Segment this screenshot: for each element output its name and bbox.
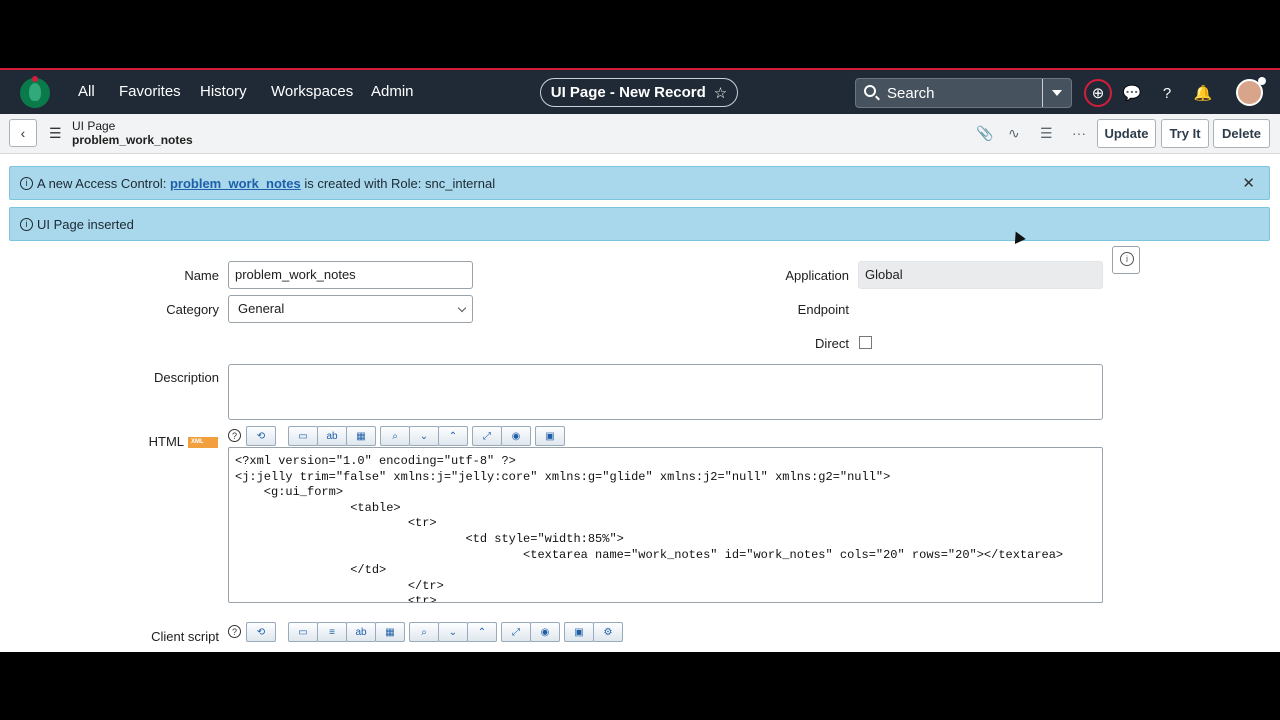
code-line: </td> [235, 563, 387, 578]
record-title-block: UI Page problem_work_notes [72, 119, 193, 147]
find-previous-icon[interactable]: ⌃ [467, 622, 497, 642]
code-line: <td style="width:85%"> [235, 531, 624, 546]
replace-all-icon[interactable]: ▦ [375, 622, 405, 642]
search-icon [864, 85, 876, 97]
endpoint-label: Endpoint [797, 302, 849, 317]
app-frame: All Favorites History Workspaces Admin U… [0, 68, 1280, 652]
settings-sliders-icon[interactable]: ☰ [1040, 125, 1053, 142]
name-field[interactable]: problem_work_notes [228, 261, 473, 289]
close-icon[interactable]: ✕ [1242, 174, 1255, 192]
find-next-icon[interactable]: ⌄ [409, 426, 439, 446]
category-select[interactable]: General [228, 295, 473, 323]
user-avatar[interactable] [1236, 77, 1266, 106]
code-line: </tr> [235, 578, 444, 593]
find-next-icon[interactable]: ⌄ [438, 622, 468, 642]
fullscreen-icon[interactable]: ⤢ [501, 622, 531, 642]
script-debugger-icon[interactable]: ⚙ [593, 622, 623, 642]
name-label: Name [184, 268, 219, 283]
search-dropdown-button[interactable] [1042, 79, 1071, 107]
help-icon[interactable]: ? [228, 625, 241, 638]
description-label: Description [153, 370, 219, 385]
access-control-banner: i A new Access Control: problem_work_not… [9, 166, 1270, 200]
direct-label: Direct [815, 336, 849, 351]
code-line: <?xml version="1.0" encoding="utf-8" ?> [235, 454, 516, 468]
html-editor-toolbar: ? ⟲ ▭ ab ▦ ⌕ ⌄ ⌃ ⤢ ◉ ▣ [228, 426, 568, 448]
description-textarea[interactable] [228, 364, 1103, 420]
banner-text-prefix: A new Access Control: [37, 176, 170, 191]
activity-icon[interactable]: ∿ [1008, 125, 1020, 142]
category-label: Category [166, 302, 219, 317]
client-script-label: Client script [151, 629, 219, 644]
comment-icon[interactable]: ▭ [288, 426, 318, 446]
chat-icon[interactable]: 💬 [1120, 81, 1144, 105]
more-options-icon[interactable]: ··· [1072, 125, 1086, 141]
application-info-button[interactable] [1112, 246, 1140, 274]
nav-all[interactable]: All [78, 83, 95, 100]
replace-icon[interactable]: ab [317, 426, 347, 446]
back-button[interactable]: ‹ [9, 119, 37, 147]
client-script-toolbar: ? ⟲ ▭ ≡ ab ▦ ⌕ ⌄ ⌃ ⤢ ◉ ▣ ⚙ [228, 622, 628, 644]
bell-icon[interactable]: 🔔 [1191, 81, 1215, 105]
access-control-link[interactable]: problem_work_notes [170, 176, 301, 191]
format-code-icon[interactable]: ≡ [317, 622, 347, 642]
code-line: <textarea name="work_notes" id="work_not… [235, 547, 1064, 562]
format-icon[interactable]: ◉ [501, 426, 531, 446]
direct-checkbox[interactable] [859, 336, 872, 349]
record-title-pill[interactable]: UI Page - New Record ☆ [540, 78, 738, 107]
xml-badge: XML [188, 437, 218, 448]
banner-text-suffix: is created with Role: snc_internal [300, 176, 496, 191]
attachment-icon[interactable]: 📎 [976, 125, 993, 142]
record-title: UI Page - New Record [550, 84, 706, 101]
menu-icon[interactable]: ☰ [49, 125, 62, 142]
info-icon: i [20, 218, 33, 231]
search-input[interactable]: Search [887, 85, 935, 102]
search-icon[interactable]: ⌕ [380, 426, 410, 446]
toggle-syntax-icon[interactable]: ⟲ [246, 426, 276, 446]
record-name: problem_work_notes [72, 133, 193, 147]
category-value: General [238, 301, 285, 316]
nav-workspaces[interactable]: Workspaces [271, 83, 353, 100]
comment-icon[interactable]: ▭ [288, 622, 318, 642]
nav-admin[interactable]: Admin [371, 83, 414, 100]
global-search[interactable]: Search [855, 78, 1072, 108]
code-line: <tr> [235, 516, 437, 531]
replace-icon[interactable]: ab [346, 622, 376, 642]
find-previous-icon[interactable]: ⌃ [438, 426, 468, 446]
save-icon[interactable]: ▣ [535, 426, 565, 446]
help-icon[interactable]: ? [228, 429, 241, 442]
try-it-button[interactable]: Try It [1161, 119, 1209, 148]
help-icon[interactable]: ? [1155, 81, 1179, 105]
html-label: HTML [148, 434, 184, 449]
nav-favorites[interactable]: Favorites [119, 83, 181, 100]
code-line: <tr> [235, 594, 437, 603]
inserted-message: UI Page inserted [37, 217, 134, 232]
record-type: UI Page [72, 119, 116, 133]
toggle-syntax-icon[interactable]: ⟲ [246, 622, 276, 642]
replace-all-icon[interactable]: ▦ [346, 426, 376, 446]
delete-button[interactable]: Delete [1213, 119, 1270, 148]
star-icon[interactable]: ☆ [714, 84, 727, 102]
save-icon[interactable]: ▣ [564, 622, 594, 642]
nav-history[interactable]: History [200, 83, 247, 100]
fullscreen-icon[interactable]: ⤢ [472, 426, 502, 446]
inserted-banner: i UI Page inserted [9, 207, 1270, 241]
application-label: Application [785, 268, 849, 283]
code-line: <j:jelly trim="false" xmlns:j="jelly:cor… [235, 469, 891, 484]
search-icon[interactable]: ⌕ [409, 622, 439, 642]
code-text: <?xml version="1.0" encoding="utf-8" ?> <… [229, 448, 1102, 603]
access-control-message: A new Access Control: problem_work_notes… [37, 176, 495, 191]
code-line: <g:ui_form> [235, 485, 344, 500]
globe-icon[interactable]: ⊕ [1084, 79, 1112, 107]
update-button[interactable]: Update [1097, 119, 1156, 148]
servicenow-logo-icon[interactable] [20, 76, 50, 108]
top-navigation-bar: All Favorites History Workspaces Admin U… [0, 68, 1280, 114]
format-icon[interactable]: ◉ [530, 622, 560, 642]
record-header: ‹ ☰ UI Page problem_work_notes 📎 ∿ ☰ ···… [0, 114, 1280, 154]
html-code-editor[interactable]: <?xml version="1.0" encoding="utf-8" ?> <… [228, 447, 1103, 603]
application-field: Global [858, 261, 1103, 289]
code-line: <table> [235, 500, 401, 515]
info-icon: i [20, 177, 33, 190]
